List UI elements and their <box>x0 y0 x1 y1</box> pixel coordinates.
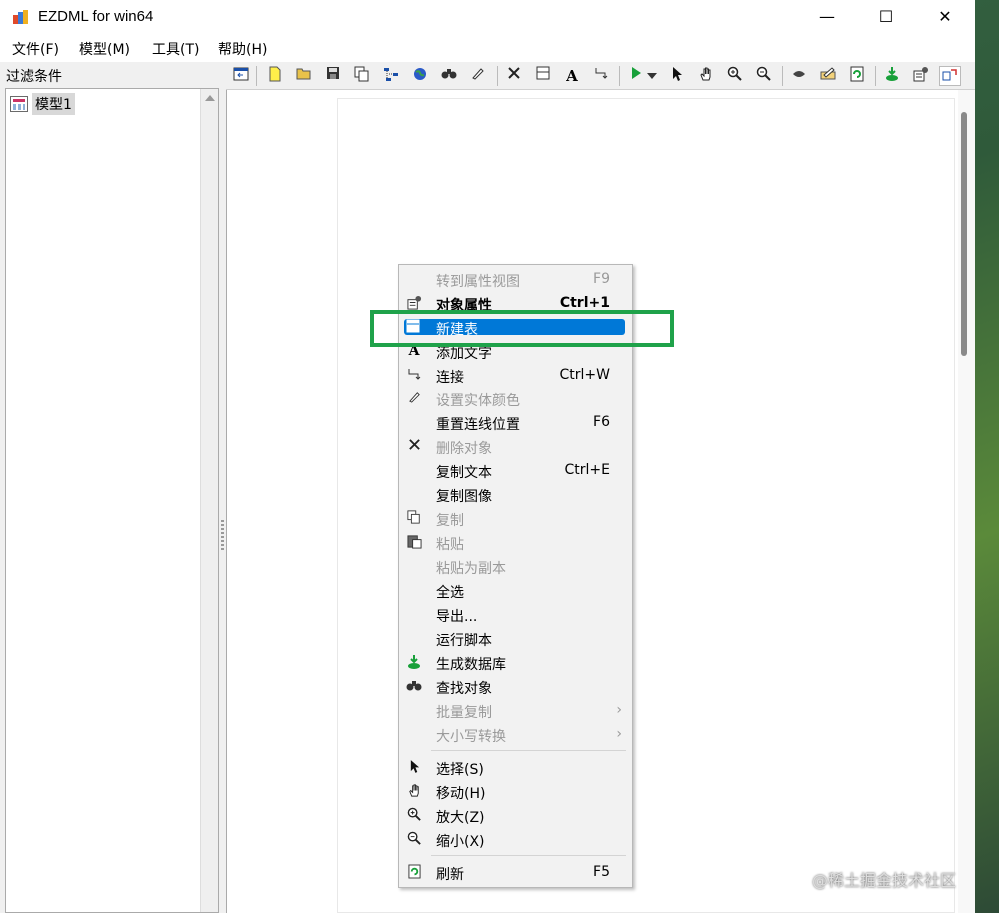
connect-icon <box>406 367 422 383</box>
zoom-in-icon[interactable] <box>724 66 746 86</box>
zoom-out-icon <box>406 831 422 847</box>
menu-item-set-color[interactable]: 设置实体颜色 <box>401 387 630 411</box>
copy-icon[interactable] <box>351 66 373 86</box>
menu-item-copy-image[interactable]: 复制图像 <box>401 483 630 507</box>
table-icon[interactable] <box>532 66 554 86</box>
scroll-up-icon[interactable] <box>205 95 215 101</box>
select-icon <box>406 759 422 775</box>
hand-icon <box>406 783 422 799</box>
menu-item-generate-db[interactable]: 生成数据库 <box>401 651 630 675</box>
menu-item-copy-text[interactable]: 复制文本 Ctrl+E <box>401 459 630 483</box>
run-icon[interactable] <box>625 66 647 86</box>
menu-item-reset-links[interactable]: 重置连线位置 F6 <box>401 411 630 435</box>
menu-item-run-script[interactable]: 运行脚本 <box>401 627 630 651</box>
menu-model[interactable]: 模型(M) <box>79 39 130 59</box>
zoom-in-icon <box>406 807 422 823</box>
panel-splitter[interactable] <box>219 62 226 913</box>
refresh-icon <box>406 864 422 880</box>
select-icon[interactable] <box>666 66 688 86</box>
text-icon[interactable]: A <box>561 66 583 86</box>
menu-item-delete[interactable]: 删除对象 <box>401 435 630 459</box>
maximize-button[interactable]: ☐ <box>856 0 916 34</box>
left-panel: 过滤条件 模型1 <box>0 62 219 913</box>
tree-scrollbar[interactable] <box>200 89 218 912</box>
properties-icon[interactable] <box>910 66 932 86</box>
title-bar: EZDML for win64 — ☐ ✕ <box>0 0 975 34</box>
save-icon[interactable] <box>322 66 344 86</box>
dropdown-icon[interactable] <box>645 66 659 86</box>
toolbar: A <box>226 62 975 90</box>
open-icon[interactable] <box>293 66 315 86</box>
refresh-icon[interactable] <box>846 66 868 86</box>
menu-item-paste-copy[interactable]: 粘贴为副本 <box>401 555 630 579</box>
scrollbar-thumb[interactable] <box>961 112 967 356</box>
properties-icon <box>406 295 422 311</box>
delete-icon <box>406 438 422 454</box>
submenu-arrow-icon: › <box>616 726 622 742</box>
menu-item-goto-properties[interactable]: 转到属性视图 F9 <box>401 268 630 292</box>
generate-db-icon <box>406 654 422 670</box>
menu-item-find-object[interactable]: 查找对象 <box>401 675 630 699</box>
menu-item-move[interactable]: 移动(H) <box>401 780 630 804</box>
edit-icon[interactable] <box>817 66 839 86</box>
filter-label[interactable]: 过滤条件 <box>6 66 62 86</box>
menu-item-select[interactable]: 选择(S) <box>401 756 630 780</box>
delete-icon[interactable] <box>503 66 525 86</box>
menu-separator <box>431 855 626 856</box>
paste-icon <box>406 534 422 550</box>
find-icon[interactable] <box>438 66 460 86</box>
menu-file[interactable]: 文件(F) <box>12 39 59 59</box>
menu-help[interactable]: 帮助(H) <box>218 39 267 59</box>
pen-icon <box>406 390 422 406</box>
menu-tools[interactable]: 工具(T) <box>152 39 199 59</box>
canvas-vertical-scrollbar[interactable] <box>958 90 975 913</box>
panel-toggle-icon[interactable] <box>230 66 252 86</box>
switch-icon[interactable] <box>939 66 961 86</box>
pen-icon[interactable] <box>467 66 489 86</box>
context-menu: 转到属性视图 F9 对象属性 Ctrl+1 新建表 A 添加文字 连接 Ctrl… <box>398 264 633 888</box>
tree-item-model[interactable]: 模型1 <box>10 93 75 115</box>
menu-item-case-convert[interactable]: 大小写转换 › <box>401 723 630 747</box>
annotation-highlight-box <box>370 310 674 347</box>
find-icon <box>406 678 422 694</box>
new-icon[interactable] <box>264 66 286 86</box>
hide-icon[interactable] <box>788 66 810 86</box>
menu-item-export[interactable]: 导出... <box>401 603 630 627</box>
close-button[interactable]: ✕ <box>915 0 975 34</box>
menu-separator <box>431 750 626 751</box>
minimize-button[interactable]: — <box>797 0 857 34</box>
zoom-out-icon[interactable] <box>753 66 775 86</box>
app-window: EZDML for win64 — ☐ ✕ 文件(F) 模型(M) 工具(T) … <box>0 0 975 913</box>
submenu-arrow-icon: › <box>616 702 622 718</box>
menu-item-select-all[interactable]: 全选 <box>401 579 630 603</box>
model-tree[interactable]: 模型1 <box>5 88 219 913</box>
hand-icon[interactable] <box>695 66 717 86</box>
connect-icon[interactable] <box>590 66 612 86</box>
menu-bar: 文件(F) 模型(M) 工具(T) 帮助(H) <box>0 34 975 62</box>
tree-item-label: 模型1 <box>32 93 75 115</box>
app-logo-icon <box>13 10 28 24</box>
splitter-grip[interactable] <box>221 520 224 550</box>
watermark: @稀土掘金技术社区 <box>812 871 957 890</box>
menu-item-zoom-in[interactable]: 放大(Z) <box>401 804 630 828</box>
copy-icon <box>406 510 422 526</box>
menu-item-copy[interactable]: 复制 <box>401 507 630 531</box>
menu-item-paste[interactable]: 粘贴 <box>401 531 630 555</box>
menu-item-connect[interactable]: 连接 Ctrl+W <box>401 364 630 388</box>
menu-item-batch-copy[interactable]: 批量复制 › <box>401 699 630 723</box>
menu-item-refresh[interactable]: 刷新 F5 <box>401 861 630 885</box>
layout-icon[interactable] <box>380 66 402 86</box>
window-title: EZDML for win64 <box>38 8 154 25</box>
menu-item-zoom-out[interactable]: 缩小(X) <box>401 828 630 852</box>
model-icon <box>10 96 28 112</box>
globe-icon[interactable] <box>409 66 431 86</box>
generate-db-icon[interactable] <box>881 66 903 86</box>
